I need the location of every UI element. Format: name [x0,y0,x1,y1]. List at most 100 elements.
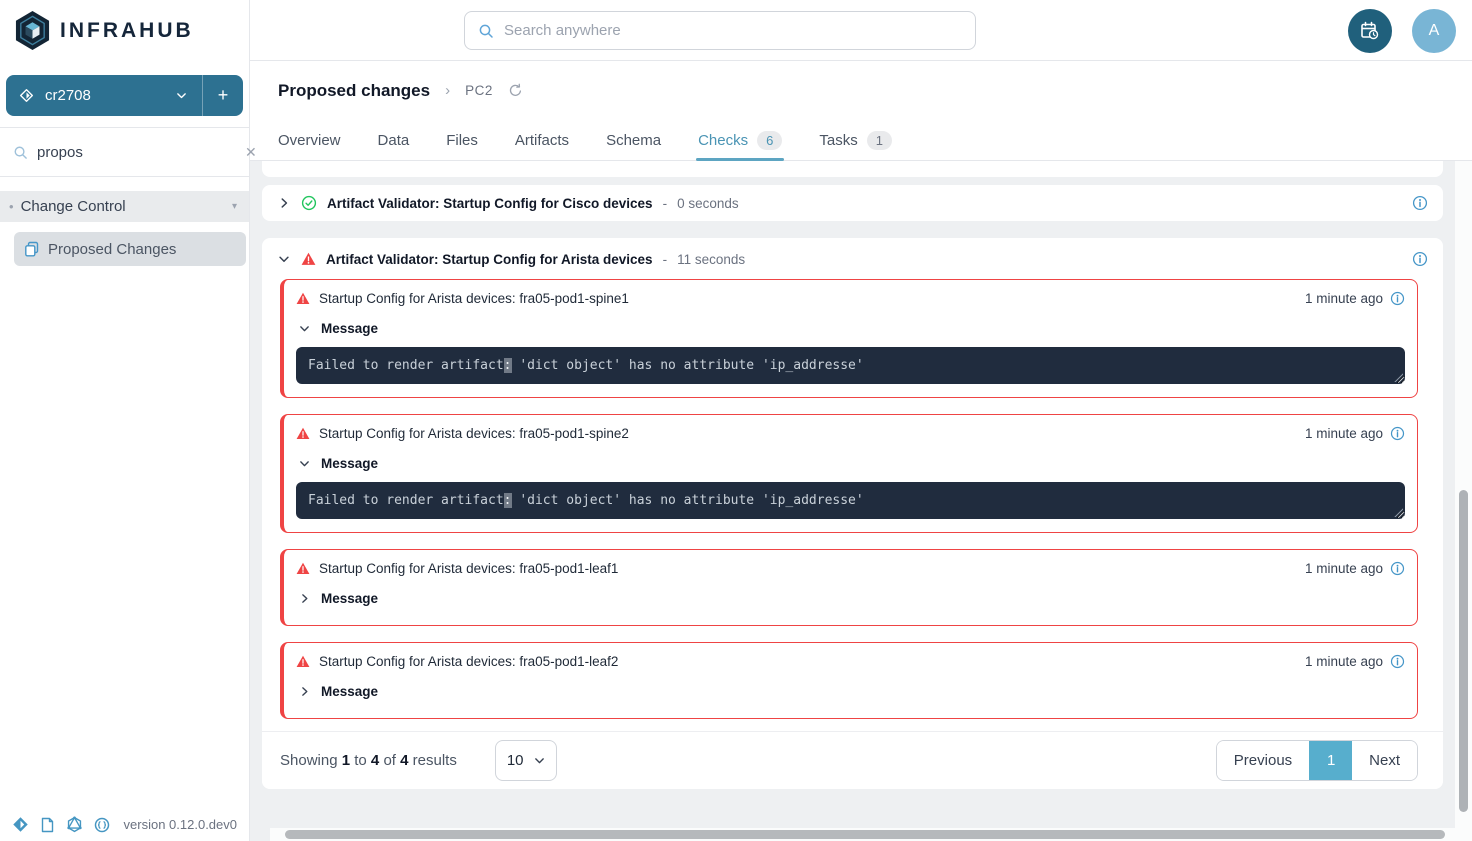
text-cursor: : [504,358,512,373]
message-toggle[interactable]: Message [296,684,1405,699]
message-label: Message [321,684,378,699]
global-search[interactable] [464,11,976,50]
branch-name: cr2708 [45,87,91,104]
check-card-leaf1: Startup Config for Arista devices: fra05… [280,549,1418,626]
horizontal-scrollbar-thumb[interactable] [285,830,1445,839]
sidebar-footer: version 0.12.0.dev0 [0,816,249,833]
message-toggle[interactable]: Message [296,321,1405,336]
horizontal-scrollbar-track[interactable] [270,828,1472,841]
chevron-down-icon [298,322,311,335]
results-summary: Showing 1 to 4 of 4 results [280,752,457,769]
tab-artifacts[interactable]: Artifacts [515,120,569,160]
validator-name: Artifact Validator: Startup Config for A… [326,252,653,267]
check-card-leaf2: Startup Config for Arista devices: fra05… [280,642,1418,719]
checks-panel: Artifact Validator: Startup Config for C… [250,161,1455,841]
message-label: Message [321,321,378,336]
page-1-button[interactable]: 1 [1309,741,1352,780]
tasks-count-badge: 1 [867,131,892,150]
check-timestamp: 1 minute ago [1305,426,1383,441]
page-title[interactable]: Proposed changes [278,81,430,101]
validator-duration: 0 seconds [677,196,739,211]
breadcrumb-current[interactable]: PC2 [465,83,493,98]
docs-icon[interactable] [40,817,55,833]
tab-files[interactable]: Files [446,120,478,160]
check-title: Startup Config for Arista devices: fra05… [319,561,618,576]
infrahub-hexagon-logo-icon [14,10,51,51]
chevron-right-icon [298,592,311,605]
tab-data[interactable]: Data [378,120,410,160]
warning-triangle-icon [296,562,310,575]
validator-duration: 11 seconds [677,252,745,267]
breadcrumb: Proposed changes › PC2 [250,61,1472,120]
message-output[interactable]: Failed to render artifact: 'dict object'… [296,347,1405,384]
validator-name: Artifact Validator: Startup Config for C… [327,196,653,211]
check-card-spine1: Startup Config for Arista devices: fra05… [280,279,1418,398]
check-timestamp: 1 minute ago [1305,561,1383,576]
pager: Previous 1 Next [1216,740,1418,781]
info-icon[interactable] [1390,426,1405,441]
sidebar-section-change-control[interactable]: • Change Control ▾ [0,191,249,222]
tasks-calendar-button[interactable] [1348,9,1392,53]
previous-page-button[interactable]: Previous [1217,741,1309,780]
pagination: Showing 1 to 4 of 4 results 10 [262,731,1443,789]
validator-row-partial[interactable] [262,161,1443,177]
graphql-icon[interactable] [66,816,83,833]
next-page-button[interactable]: Next [1352,741,1417,780]
validator-row-arista[interactable]: Artifact Validator: Startup Config for A… [262,238,1443,278]
message-toggle[interactable]: Message [296,591,1405,606]
infrahub-mark-icon[interactable] [12,816,29,833]
vertical-scrollbar-track[interactable] [1455,161,1472,841]
check-title: Startup Config for Arista devices: fra05… [319,426,629,441]
swagger-api-icon[interactable] [94,817,110,833]
sidebar-item-label: Proposed Changes [48,241,176,258]
info-icon[interactable] [1412,251,1428,267]
create-branch-button[interactable]: + [203,85,243,106]
resize-handle[interactable] [1393,372,1403,382]
tab-schema[interactable]: Schema [606,120,661,160]
vertical-scrollbar-thumb[interactable] [1459,490,1468,812]
check-title: Startup Config for Arista devices: fra05… [319,654,618,669]
info-icon[interactable] [1390,654,1405,669]
branch-selector-button[interactable]: cr2708 + [6,75,243,116]
sidebar-item-proposed-changes[interactable]: Proposed Changes [14,232,246,266]
check-title: Startup Config for Arista devices: fra05… [319,291,629,306]
validator-row-cisco[interactable]: Artifact Validator: Startup Config for C… [262,185,1443,221]
chevron-right-icon[interactable] [277,196,291,210]
check-circle-icon [301,195,317,211]
info-icon[interactable] [1390,291,1405,306]
refresh-icon[interactable] [508,83,523,98]
chevron-down-icon[interactable] [277,252,291,266]
chevron-down-icon[interactable] [175,89,188,102]
calendar-clock-icon [1359,20,1381,42]
bullet-icon: • [9,199,14,214]
chevron-down-icon [298,457,311,470]
validator-block-arista: Artifact Validator: Startup Config for A… [262,238,1443,789]
clear-filter-icon[interactable]: ✕ [245,144,257,161]
info-icon[interactable] [1390,561,1405,576]
tab-tasks[interactable]: Tasks 1 [819,120,892,160]
sidebar-filter-input[interactable] [37,144,236,161]
brand-name: INFRAHUB [60,19,194,43]
sidebar-section-label: Change Control [21,198,126,215]
message-label: Message [321,456,378,471]
main-area: A Proposed changes › PC2 Overview Data F… [250,0,1472,841]
user-avatar[interactable]: A [1412,9,1456,53]
caret-down-icon: ▾ [232,201,237,212]
avatar-initial: A [1429,22,1440,40]
tab-checks[interactable]: Checks 6 [698,120,782,160]
version-label: version 0.12.0.dev0 [124,817,237,832]
search-icon [13,145,28,160]
warning-triangle-icon [296,292,310,305]
tab-overview[interactable]: Overview [278,120,341,160]
resize-handle[interactable] [1393,507,1403,517]
brand-logo[interactable]: INFRAHUB [0,0,249,61]
check-timestamp: 1 minute ago [1305,291,1383,306]
global-search-input[interactable] [504,22,962,39]
message-toggle[interactable]: Message [296,456,1405,471]
info-icon[interactable] [1412,195,1428,211]
top-bar: A [250,0,1472,61]
message-output[interactable]: Failed to render artifact: 'dict object'… [296,482,1405,519]
page-size-select[interactable]: 10 [495,740,557,781]
breadcrumb-separator: › [445,82,450,99]
sidebar: INFRAHUB cr2708 + ✕ • C [0,0,250,841]
